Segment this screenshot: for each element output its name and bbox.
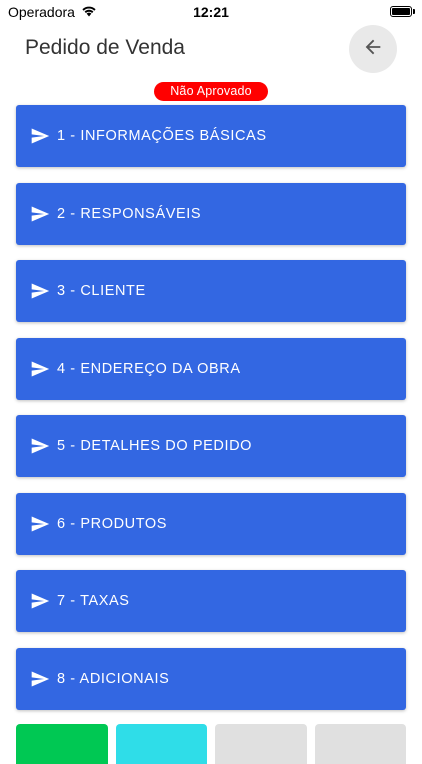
status-badge: Não Aprovado bbox=[154, 82, 268, 101]
menu-item-detalhes-do-pedido[interactable]: 5 - DETALHES DO PEDIDO bbox=[16, 415, 406, 477]
status-bar: Operadora 12:21 bbox=[0, 0, 422, 24]
page-title: Pedido de Venda bbox=[25, 36, 185, 59]
menu-item-produtos[interactable]: 6 - PRODUTOS bbox=[16, 492, 406, 555]
menu-item-responsaveis[interactable]: 2 - RESPONSÁVEIS bbox=[16, 182, 406, 245]
menu-item-label: 8 - ADICIONAIS bbox=[57, 670, 170, 687]
battery-icon bbox=[390, 6, 415, 17]
bottom-button-green[interactable] bbox=[16, 724, 108, 764]
menu-item-label: 7 - TAXAS bbox=[57, 593, 130, 609]
app-header: Pedido de Venda bbox=[0, 24, 422, 76]
bottom-button-gray-2[interactable] bbox=[314, 724, 406, 764]
menu-item-label: 5 - DETALHES DO PEDIDO bbox=[57, 438, 253, 454]
menu-item-label: 3 - CLIENTE bbox=[57, 283, 146, 299]
status-time: 12:21 bbox=[193, 4, 229, 20]
bottom-button-gray-1[interactable] bbox=[215, 724, 307, 764]
menu-item-adicionais[interactable]: 8 - ADICIONAIS bbox=[16, 647, 406, 710]
menu-item-label: 1 - INFORMAÇÕES BÁSICAS bbox=[57, 128, 267, 144]
send-icon bbox=[30, 359, 50, 379]
menu-item-label: 4 - ENDEREÇO DA OBRA bbox=[57, 360, 241, 377]
send-icon bbox=[30, 281, 50, 301]
send-icon bbox=[30, 669, 50, 689]
menu-item-cliente[interactable]: 3 - CLIENTE bbox=[16, 260, 406, 322]
menu-item-label: 6 - PRODUTOS bbox=[57, 515, 168, 532]
bottom-button-cyan[interactable] bbox=[115, 724, 207, 764]
send-icon bbox=[30, 436, 50, 456]
back-button[interactable] bbox=[349, 25, 397, 73]
send-icon bbox=[30, 204, 50, 224]
send-icon bbox=[30, 126, 50, 146]
send-icon bbox=[30, 514, 50, 534]
menu-item-endereco-da-obra[interactable]: 4 - ENDEREÇO DA OBRA bbox=[16, 337, 406, 400]
menu-list: 1 - INFORMAÇÕES BÁSICAS 2 - RESPONSÁVEIS… bbox=[16, 105, 406, 725]
menu-item-informacoes-basicas[interactable]: 1 - INFORMAÇÕES BÁSICAS bbox=[16, 105, 406, 167]
arrow-left-icon bbox=[362, 36, 384, 63]
menu-item-label: 2 - RESPONSÁVEIS bbox=[57, 205, 202, 222]
menu-item-taxas[interactable]: 7 - TAXAS bbox=[16, 570, 406, 632]
bottom-action-bar bbox=[16, 724, 406, 764]
send-icon bbox=[30, 591, 50, 611]
